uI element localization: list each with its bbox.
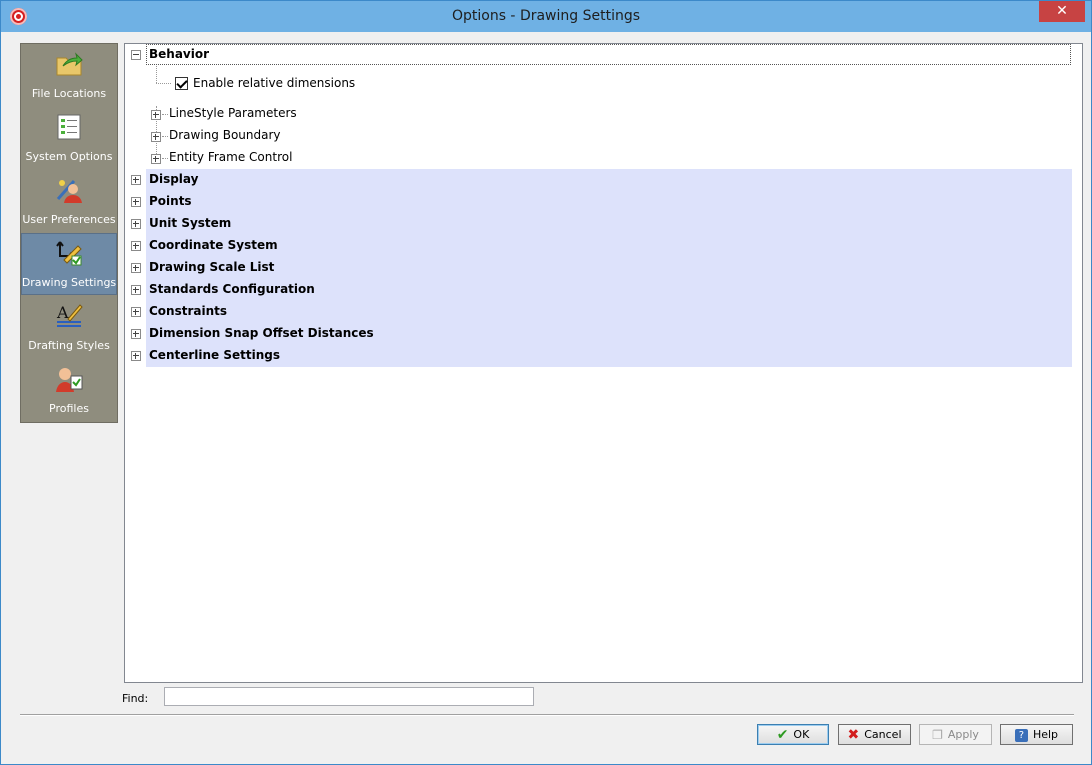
expand-linestyle-icon[interactable] (151, 110, 161, 120)
tree-node-standards-configuration[interactable]: Standards Configuration (149, 282, 315, 296)
drawing-settings-icon (56, 241, 82, 266)
expand-coordinate-system-icon[interactable] (131, 241, 141, 251)
button-separator (20, 714, 1074, 716)
cancel-button[interactable]: ✖ Cancel (838, 724, 911, 745)
apply-icon: ❐ (932, 728, 943, 742)
expand-entity-frame-icon[interactable] (151, 154, 161, 164)
tree-node-dimension-snap-offset-distances[interactable]: Dimension Snap Offset Distances (149, 326, 374, 340)
apply-button-label: Apply (947, 728, 979, 741)
folder-arrow-icon (56, 52, 83, 76)
tree-node-linestyle-parameters[interactable]: LineStyle Parameters (169, 106, 297, 120)
tree-node-constraints[interactable]: Constraints (149, 304, 227, 318)
checkmark-icon: ✔ (776, 727, 789, 743)
help-button[interactable]: ? Help (1000, 724, 1073, 745)
help-icon: ? (1014, 728, 1028, 742)
close-x-icon: ✖ (847, 727, 860, 743)
window-title: Options - Drawing Settings (451, 8, 641, 24)
nav-item-drawing-settings[interactable]: Drawing Settings (21, 233, 117, 295)
tree-node-drawing-boundary[interactable]: Drawing Boundary (169, 128, 281, 142)
cancel-button-label: Cancel (864, 728, 902, 741)
nav-item-label: Drawing Settings (21, 276, 117, 289)
tree-node-behavior[interactable]: Behavior (149, 47, 209, 61)
nav-item-user-preferences[interactable]: User Preferences (21, 170, 117, 232)
enable-relative-dimensions-checkbox[interactable] (175, 77, 188, 90)
dialog-body: File Locations System Options User Prefe… (8, 32, 1084, 757)
settings-list-icon (57, 114, 81, 140)
drafting-styles-icon: A (56, 303, 83, 327)
help-button-label: Help (1032, 728, 1059, 741)
find-label: Find: (122, 692, 149, 705)
options-window: Options - Drawing Settings ✕ File Locati… (0, 0, 1092, 765)
expand-drawing-scale-list-icon[interactable] (131, 263, 141, 273)
collapse-behavior-icon[interactable] (131, 50, 141, 60)
nav-item-label: Drafting Styles (28, 339, 110, 352)
nav-item-label: User Preferences (22, 213, 116, 226)
svg-text:A: A (56, 303, 69, 322)
find-input[interactable] (164, 687, 534, 706)
close-button[interactable]: ✕ (1039, 1, 1085, 22)
title-bar[interactable]: Options - Drawing Settings ✕ (1, 1, 1091, 32)
nav-item-file-locations[interactable]: File Locations (21, 44, 117, 106)
expand-standards-configuration-icon[interactable] (131, 285, 141, 295)
tree-node-points[interactable]: Points (149, 194, 192, 208)
profiles-icon (56, 368, 83, 392)
nav-item-label: Profiles (49, 402, 89, 415)
nav-item-profiles[interactable]: Profiles (21, 359, 117, 421)
tree-node-centerline-settings[interactable]: Centerline Settings (149, 348, 280, 362)
settings-tree[interactable]: Behavior Enable relative dimensions Line… (124, 43, 1083, 683)
nav-item-drafting-styles[interactable]: A Drafting Styles (21, 296, 117, 358)
expand-unit-system-icon[interactable] (131, 219, 141, 229)
options-nav: File Locations System Options User Prefe… (20, 43, 118, 423)
expand-dimension-snap-icon[interactable] (131, 329, 141, 339)
expand-centerline-settings-icon[interactable] (131, 351, 141, 361)
expand-points-icon[interactable] (131, 197, 141, 207)
nav-item-system-options[interactable]: System Options (21, 107, 117, 169)
expand-drawing-boundary-icon[interactable] (151, 132, 161, 142)
user-prefs-icon (56, 180, 82, 203)
expand-constraints-icon[interactable] (131, 307, 141, 317)
nav-item-label: System Options (25, 150, 113, 163)
tree-node-entity-frame-control[interactable]: Entity Frame Control (169, 150, 292, 164)
expand-display-icon[interactable] (131, 175, 141, 185)
ok-button-label: OK (793, 728, 810, 741)
enable-relative-dimensions-label[interactable]: Enable relative dimensions (193, 76, 355, 90)
apply-button[interactable]: ❐ Apply (919, 724, 992, 745)
ok-button[interactable]: ✔ OK (757, 724, 829, 745)
behavior-header-focus (146, 44, 1071, 65)
tree-node-drawing-scale-list[interactable]: Drawing Scale List (149, 260, 274, 274)
tree-node-display[interactable]: Display (149, 172, 198, 186)
nav-item-label: File Locations (31, 87, 107, 100)
tree-node-coordinate-system[interactable]: Coordinate System (149, 238, 278, 252)
tree-node-unit-system[interactable]: Unit System (149, 216, 231, 230)
